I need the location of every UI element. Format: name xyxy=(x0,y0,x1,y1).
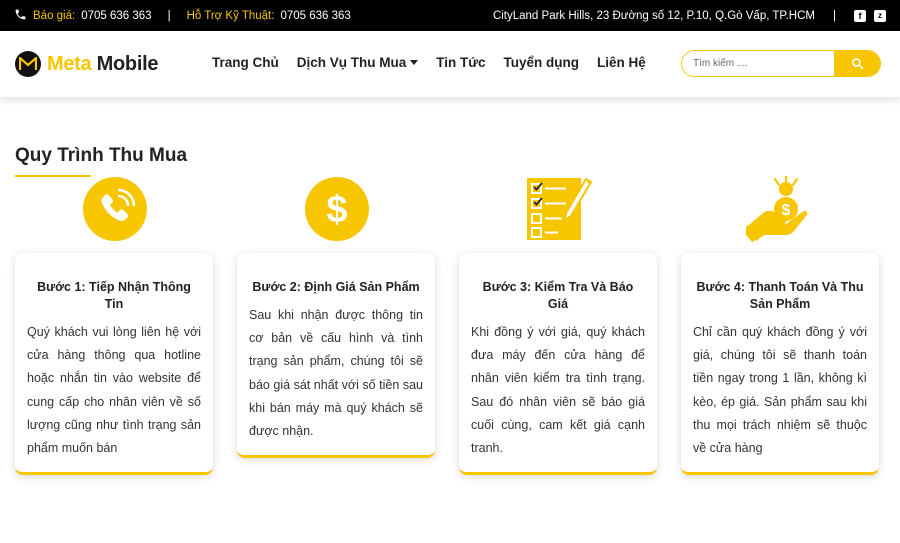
step-card-1: Bước 1: Tiếp Nhận Thông Tin Quý khách vu… xyxy=(15,253,213,476)
step-card-title: Bước 3: Kiểm Tra Và Báo Giá xyxy=(482,280,634,311)
search-button[interactable] xyxy=(834,51,880,76)
nav-news[interactable]: Tin Tức xyxy=(436,55,485,70)
section-title: Quy Trình Thu Mua xyxy=(15,145,188,166)
dollar-coin-icon: $ xyxy=(302,175,372,243)
step-card-2: Bước 2: Định Giá Sản Phẩm Sau khi nhận đ… xyxy=(237,253,435,459)
zalo-icon[interactable]: z xyxy=(874,9,886,22)
top-bar: Báo giá: 0705 636 363 | Hỗ Trợ Kỹ Thuật:… xyxy=(0,0,900,31)
support-label: Hỗ Trợ Kỹ Thuật: xyxy=(186,9,275,22)
nav-services[interactable]: Dịch Vụ Thu Mua xyxy=(297,55,419,70)
checklist-icon xyxy=(524,175,594,243)
support-phone-link[interactable]: 0705 636 363 xyxy=(280,10,350,22)
step-card-text: Quý khách vui lòng liên hệ với cửa hàng … xyxy=(27,325,201,456)
site-logo[interactable]: Meta Mobile xyxy=(15,51,158,77)
nav-services-label: Dịch Vụ Thu Mua xyxy=(296,55,407,70)
step-card-4: Bước 4: Thanh Toán Và Thu Sản Phẩm Chỉ c… xyxy=(681,253,879,476)
logo-mark-icon xyxy=(15,51,41,77)
nav-contact[interactable]: Liên Hệ xyxy=(597,55,646,70)
quote-label: Báo giá: xyxy=(33,9,76,22)
topbar-separator: | xyxy=(167,9,171,22)
hand-money-icon: $ xyxy=(746,175,816,243)
nav-home[interactable]: Trang Chủ xyxy=(212,55,279,70)
nav-careers[interactable]: Tuyển dụng xyxy=(504,55,580,70)
step-card-title: Bước 1: Tiếp Nhận Thông Tin xyxy=(37,280,191,311)
topbar-separator-right: | xyxy=(833,9,836,22)
step-card-3: Bước 3: Kiểm Tra Và Báo Giá Khi đồng ý v… xyxy=(459,253,657,476)
search-input[interactable] xyxy=(682,51,834,76)
phone-call-icon xyxy=(80,175,150,243)
svg-text:$: $ xyxy=(782,202,791,219)
step-card-text: Sau khi nhận được thông tin cơ bản về cấ… xyxy=(249,308,423,439)
step-card-text: Khi đồng ý với giá, quý khách đưa máy đế… xyxy=(471,325,645,456)
main-nav: Trang Chủ Dịch Vụ Thu Mua Tin Tức Tuyển … xyxy=(212,55,646,70)
search-box xyxy=(681,50,881,77)
phone-icon xyxy=(14,8,27,24)
quote-phone-link[interactable]: 0705 636 363 xyxy=(81,10,151,22)
step-card-title: Bước 4: Thanh Toán Và Thu Sản Phẩm xyxy=(696,280,864,311)
facebook-icon[interactable]: f xyxy=(854,9,866,22)
svg-text:$: $ xyxy=(326,189,347,231)
search-icon xyxy=(851,58,863,70)
step-card-text: Chỉ cần quý khách đồng ý với giá, chúng … xyxy=(693,325,867,456)
top-bar-right: CityLand Park Hills, 23 Đường số 12, P.1… xyxy=(493,0,886,31)
logo-text: Meta Mobile xyxy=(47,52,159,75)
step-card-title: Bước 2: Định Giá Sản Phẩm xyxy=(252,280,420,294)
top-bar-contacts: Báo giá: 0705 636 363 | Hỗ Trợ Kỹ Thuật:… xyxy=(14,0,351,31)
chevron-down-icon xyxy=(410,60,419,65)
address-text: CityLand Park Hills, 23 Đường số 12, P.1… xyxy=(492,9,815,22)
site-header: Meta Mobile Trang Chủ Dịch Vụ Thu Mua Ti… xyxy=(0,31,900,97)
